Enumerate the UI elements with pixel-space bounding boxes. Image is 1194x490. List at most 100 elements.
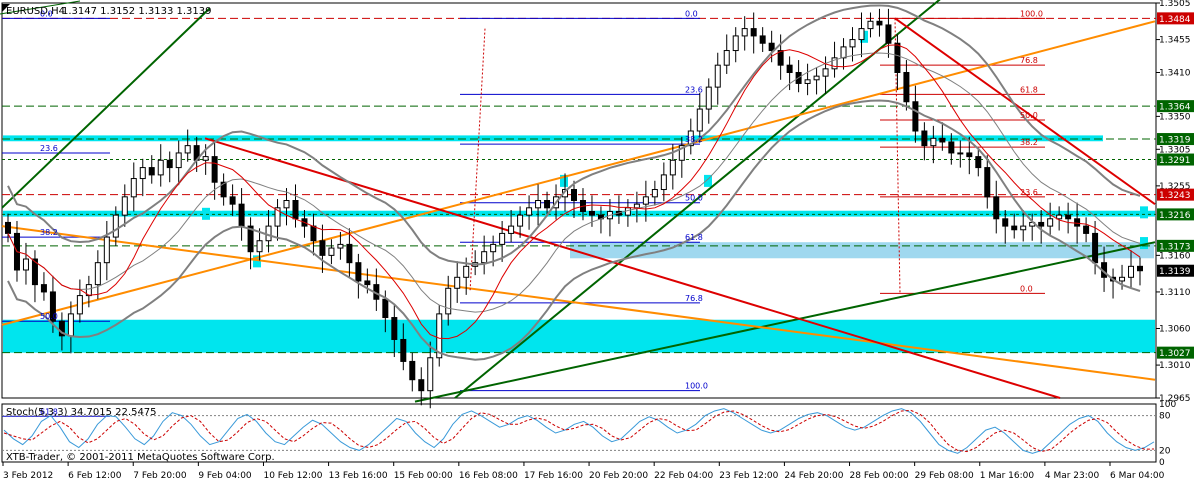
candle-body [283,200,290,209]
candle-body [1092,232,1099,264]
time-label: 15 Feb 00:00 [394,471,453,481]
candle-body [445,287,452,315]
candle-body [903,71,910,103]
chart-symbol: EURUSD,H4 [6,6,65,17]
candle-body [481,251,488,264]
candle-body [400,338,407,362]
candle-body [1065,214,1072,220]
candle-body [696,108,703,132]
candle-body [382,298,389,319]
candle-body [391,317,398,340]
candle-body [921,130,928,147]
candle-body [1074,218,1081,227]
candle-body [939,137,946,143]
fib-center-label: 50.0 [685,194,703,203]
time-label: 6 Mar 04:00 [1110,471,1165,481]
candle-body [67,313,74,337]
candle-body [508,225,515,234]
candle-body [112,214,119,238]
candle-body [184,145,191,154]
candle-body [1137,265,1143,272]
candle-body [912,101,919,132]
time-label: 6 Feb 12:00 [68,471,122,481]
candle-body [328,247,335,256]
fib-right-label: 38.2 [1020,138,1038,147]
price-tick-label: 1.3060 [1159,325,1191,335]
candle-body [714,64,721,88]
level-label: 1.3139 [1159,267,1191,277]
candle-body [957,152,964,155]
candle-body [885,24,892,44]
price-tick-label: 1.3410 [1159,68,1191,78]
candle-body [418,379,425,392]
fib-right-label: 76.8 [1020,56,1038,65]
time-label: 29 Feb 08:00 [915,471,974,481]
candle-body [651,189,658,198]
level-label: 1.3364 [1159,103,1191,113]
price-tick-label: 1.3455 [1159,36,1191,46]
level-label: 1.3173 [1159,242,1191,252]
candle-body [858,28,865,41]
fib-center-label: 100.0 [685,382,708,391]
fib-right-label: 100.0 [1020,9,1043,18]
candle-body [22,258,29,271]
time-label: 10 Feb 12:00 [263,471,322,481]
candle-body [526,207,533,216]
candle-body [121,196,128,216]
candle-body [1038,221,1045,227]
candle-body [669,159,676,176]
time-label: 17 Feb 16:00 [524,471,583,481]
time-label: 20 Feb 20:00 [589,471,648,481]
candle-body [454,276,461,289]
price-tick-label: 1.3505 [1159,0,1191,9]
candle-body [166,159,173,169]
price-tick-label: 1.3110 [1159,288,1191,298]
fib-right-label: 50.0 [1020,111,1038,120]
candle-body [148,167,155,176]
fib-right-label: 0.0 [1020,284,1033,293]
candle-body [1128,265,1135,278]
price-chart[interactable]: 0.0 23.6 38.2 50.0 61.8 0.0 23.6 38.2 50.0 61.8 76… [0,0,1194,490]
support-zone [3,319,1155,353]
candle-body [867,20,874,30]
candle-body [544,200,551,209]
candle-body [984,167,991,198]
time-label: 22 Feb 04:00 [654,471,713,481]
candle-body [103,236,110,264]
chart-window: 0.0 23.6 38.2 50.0 61.8 0.0 23.6 38.2 50.0 61.8 76… [0,0,1194,490]
copyright: XTB-Trader, © 2001-2011 MetaQuotes Softw… [6,452,275,463]
candle-body [229,196,236,205]
level-label: 1.3484 [1159,15,1191,25]
chart-ohlc: 1.3147 1.3152 1.3133 1.3139 [62,6,212,17]
stoch-header: Stoch(5,3,3) 34.7015 22.5475 [6,407,157,418]
level-label: 1.3319 [1159,136,1191,146]
price-tick-label: 1.3010 [1159,361,1191,371]
candle-body [310,225,317,242]
level-label: 1.3291 [1159,156,1191,166]
price-tick-label: 1.3350 [1159,112,1191,122]
candle-body [535,200,542,209]
stoch-tick-label: 80 [1159,412,1171,422]
time-label: 24 Feb 20:00 [784,471,843,481]
candle-body [346,243,353,264]
candle-body [1083,225,1090,234]
candle-body [499,232,506,245]
fib-center-label: 61.8 [685,233,703,242]
candle-body [1011,225,1018,231]
candle-body [975,156,982,169]
candle-body [202,156,209,161]
fib-center-label: 38.2 [685,135,703,144]
candle-body [409,360,416,381]
level-label: 1.3243 [1159,191,1191,201]
candle-body [966,152,973,158]
candle-body [94,262,101,286]
stoch-tick-label: 0 [1159,458,1165,468]
candle-body [175,152,182,169]
candle-body [517,214,524,227]
time-label: 13 Feb 16:00 [329,471,388,481]
time-label: 7 Feb 20:00 [133,471,187,481]
candle-body [571,189,577,201]
zone-1216 [3,210,1155,217]
candle-body [256,240,263,253]
candle-body [157,159,164,176]
